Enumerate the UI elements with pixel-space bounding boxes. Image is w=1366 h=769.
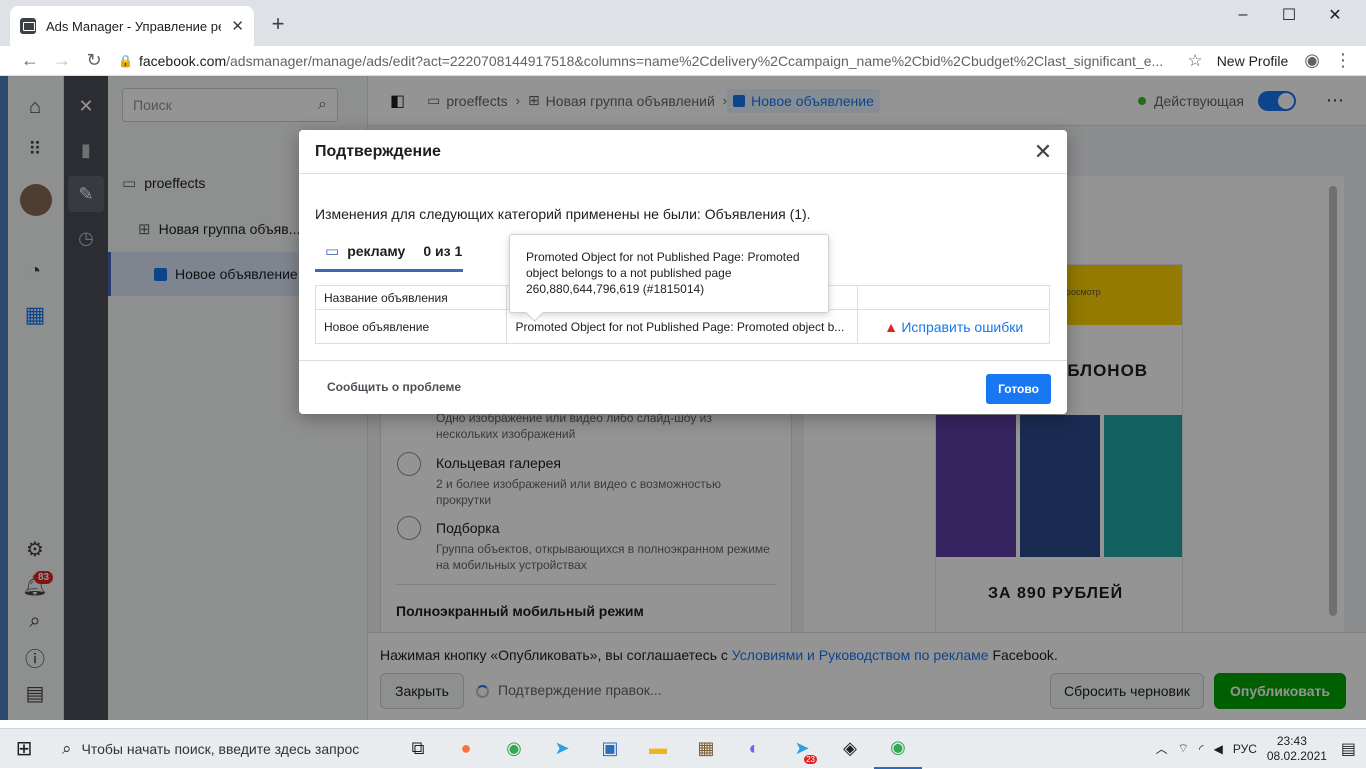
windows-taskbar: ⊞ ⌕ Чтобы начать поиск, введите здесь за… xyxy=(0,728,1366,769)
fix-errors-link[interactable]: Исправить ошибки xyxy=(901,319,1023,335)
language-indicator[interactable]: РУС xyxy=(1233,742,1257,756)
task-view-icon[interactable]: ⧉ xyxy=(394,729,442,769)
browser-tab[interactable]: Ads Manager - Управление рек ✕ xyxy=(10,6,254,46)
clock[interactable]: 23:43 08.02.2021 xyxy=(1267,734,1327,764)
volume-icon[interactable]: ◀︎ xyxy=(1214,742,1223,756)
network-icon[interactable]: ⌔ xyxy=(1178,741,1189,756)
error-tooltip: Promoted Object for not Published Page: … xyxy=(509,234,829,313)
telegram-badge-icon[interactable]: ➤ 23 xyxy=(778,729,826,769)
table-row: Новое объявление Promoted Object for not… xyxy=(314,309,1050,344)
ad-monitor-icon: ▭ xyxy=(325,242,340,260)
search-icon: ⌕ xyxy=(62,738,72,758)
tab-close-icon[interactable]: ✕ xyxy=(231,17,244,35)
report-problem-button[interactable]: Сообщить о проблеме xyxy=(327,380,461,394)
chrome-active-icon[interactable]: ◉ xyxy=(874,729,922,769)
fix-errors-cell: ▲ Исправить ошибки xyxy=(857,309,1050,344)
lock-icon: 🔒 xyxy=(118,53,133,68)
col-action xyxy=(857,285,1050,310)
firefox-icon[interactable]: ● xyxy=(442,729,490,769)
dialog-footer: Сообщить о проблеме Готово xyxy=(299,360,1067,414)
tray-chevron-icon[interactable]: ︿ xyxy=(1156,740,1168,757)
computer-icon[interactable]: ▣ xyxy=(586,729,634,769)
reload-icon[interactable]: ↻ xyxy=(78,50,110,71)
col-ad-name: Название объявления xyxy=(314,285,508,310)
maximize-button[interactable]: ☐ xyxy=(1266,0,1312,30)
account-icon[interactable]: ◉ xyxy=(1296,50,1328,71)
chrome-icon[interactable]: ◉ xyxy=(490,729,538,769)
minimize-button[interactable]: – xyxy=(1220,0,1266,30)
menu-dots-icon[interactable]: ⋮ xyxy=(1328,50,1366,71)
profile-button[interactable]: New Profile xyxy=(1209,53,1297,69)
dialog-header: Подтверждение xyxy=(299,130,1067,174)
windows-start-icon[interactable]: ⊞ xyxy=(0,729,48,769)
file-explorer-icon[interactable]: ▬ xyxy=(634,729,682,769)
url-field[interactable]: facebook.com/adsmanager/manage/ads/edit?… xyxy=(133,53,1181,69)
done-button[interactable]: Готово xyxy=(986,374,1051,404)
app-icon[interactable]: ◈ xyxy=(826,729,874,769)
forward-icon[interactable]: → xyxy=(46,50,78,71)
close-window-button[interactable]: ✕ xyxy=(1312,0,1358,30)
action-center-icon[interactable]: ▤ xyxy=(1341,739,1356,759)
dialog-title: Подтверждение xyxy=(315,142,441,160)
telegram-icon[interactable]: ➤ xyxy=(538,729,586,769)
tab-ads[interactable]: ▭ рекламу 0 из 1 xyxy=(315,232,463,272)
wifi-icon[interactable]: ◜ xyxy=(1199,742,1204,756)
warning-icon: ▲ xyxy=(884,318,898,335)
dialog-message: Изменения для следующих категорий примен… xyxy=(315,206,811,222)
dialog-close-icon[interactable]: ✕ xyxy=(1029,138,1057,166)
ads-manager-favicon-icon xyxy=(20,18,36,34)
back-icon[interactable]: ← xyxy=(14,50,46,71)
confirmation-dialog: Подтверждение ✕ Изменения для следующих … xyxy=(299,130,1067,414)
address-bar: ← → ↻ 🔒 facebook.com/adsmanager/manage/a… xyxy=(0,46,1366,76)
browser-tabbar: Ads Manager - Управление рек ✕ + – ☐ ✕ xyxy=(0,0,1366,46)
bookmark-star-icon[interactable]: ☆ xyxy=(1181,51,1208,71)
archive-icon[interactable]: ▦ xyxy=(682,729,730,769)
row-error-text[interactable]: Promoted Object for not Published Page: … xyxy=(506,309,859,344)
new-tab-button[interactable]: + xyxy=(266,11,290,36)
viber-icon[interactable]: ◐ xyxy=(730,729,778,769)
row-ad-name: Новое объявление xyxy=(314,309,508,344)
tab-title: Ads Manager - Управление рек xyxy=(46,18,222,34)
taskbar-search[interactable]: ⌕ Чтобы начать поиск, введите здесь запр… xyxy=(48,729,394,769)
